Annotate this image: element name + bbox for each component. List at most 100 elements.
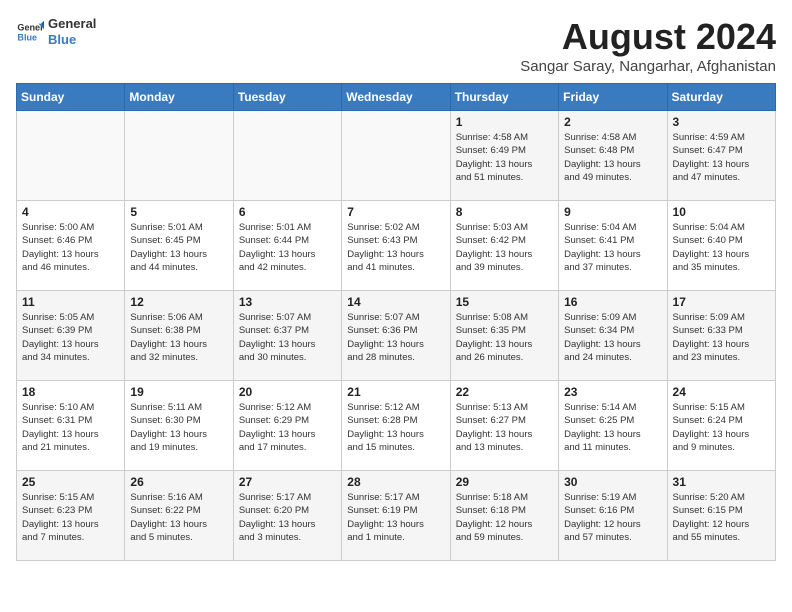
day-info: Sunrise: 5:09 AM Sunset: 6:34 PM Dayligh… — [564, 311, 661, 364]
calendar-cell: 19 Sunrise: 5:11 AM Sunset: 6:30 PM Dayli… — [125, 381, 233, 471]
day-number: 30 — [564, 475, 661, 489]
day-info: Sunrise: 5:09 AM Sunset: 6:33 PM Dayligh… — [673, 311, 770, 364]
day-number: 10 — [673, 205, 770, 219]
day-info: Sunrise: 5:04 AM Sunset: 6:41 PM Dayligh… — [564, 221, 661, 274]
logo-general: General — [48, 16, 96, 32]
calendar-cell: 16 Sunrise: 5:09 AM Sunset: 6:34 PM Dayli… — [559, 291, 667, 381]
week-row-1: 1Sunrise: 4:58 AM Sunset: 6:49 PM Daylig… — [17, 111, 776, 201]
day-info: Sunrise: 5:12 AM Sunset: 6:29 PM Dayligh… — [239, 401, 336, 454]
day-info: Sunrise: 5:08 AM Sunset: 6:35 PM Dayligh… — [456, 311, 553, 364]
day-info: Sunrise: 5:04 AM Sunset: 6:40 PM Dayligh… — [673, 221, 770, 274]
day-number: 23 — [564, 385, 661, 399]
day-info: Sunrise: 5:12 AM Sunset: 6:28 PM Dayligh… — [347, 401, 444, 454]
day-info: Sunrise: 5:18 AM Sunset: 6:18 PM Dayligh… — [456, 491, 553, 544]
day-info: Sunrise: 5:02 AM Sunset: 6:43 PM Dayligh… — [347, 221, 444, 274]
day-info: Sunrise: 5:03 AM Sunset: 6:42 PM Dayligh… — [456, 221, 553, 274]
day-number: 29 — [456, 475, 553, 489]
day-number: 16 — [564, 295, 661, 309]
logo-text: General Blue — [48, 16, 96, 47]
calendar-cell: 29 Sunrise: 5:18 AM Sunset: 6:18 PM Dayli… — [450, 471, 558, 561]
week-row-3: 11 Sunrise: 5:05 AM Sunset: 6:39 PM Dayli… — [17, 291, 776, 381]
calendar-cell: 15 Sunrise: 5:08 AM Sunset: 6:35 PM Dayli… — [450, 291, 558, 381]
calendar-cell: 30 Sunrise: 5:19 AM Sunset: 6:16 PM Dayli… — [559, 471, 667, 561]
calendar-cell — [233, 111, 341, 201]
day-info: Sunrise: 4:59 AM Sunset: 6:47 PM Dayligh… — [673, 131, 770, 184]
weekday-header-monday: Monday — [125, 84, 233, 111]
calendar-cell: 17 Sunrise: 5:09 AM Sunset: 6:33 PM Dayli… — [667, 291, 775, 381]
month-year-title: August 2024 — [520, 16, 776, 58]
weekday-header-friday: Friday — [559, 84, 667, 111]
title-block: August 2024 Sangar Saray, Nangarhar, Afg… — [520, 16, 776, 75]
calendar-cell: 28Sunrise: 5:17 AM Sunset: 6:19 PM Dayli… — [342, 471, 450, 561]
week-row-5: 25 Sunrise: 5:15 AM Sunset: 6:23 PM Dayli… — [17, 471, 776, 561]
calendar-cell: 20 Sunrise: 5:12 AM Sunset: 6:29 PM Dayli… — [233, 381, 341, 471]
day-number: 2 — [564, 115, 661, 129]
calendar-cell: 21 Sunrise: 5:12 AM Sunset: 6:28 PM Dayli… — [342, 381, 450, 471]
calendar-cell: 4 Sunrise: 5:00 AM Sunset: 6:46 PM Daylig… — [17, 201, 125, 291]
day-number: 17 — [673, 295, 770, 309]
day-number: 24 — [673, 385, 770, 399]
day-number: 21 — [347, 385, 444, 399]
day-number: 20 — [239, 385, 336, 399]
day-info: Sunrise: 5:11 AM Sunset: 6:30 PM Dayligh… — [130, 401, 227, 454]
calendar-cell: 2 Sunrise: 4:58 AM Sunset: 6:48 PM Daylig… — [559, 111, 667, 201]
calendar-table: SundayMondayTuesdayWednesdayThursdayFrid… — [16, 83, 776, 561]
day-info: Sunrise: 5:10 AM Sunset: 6:31 PM Dayligh… — [22, 401, 119, 454]
day-info: Sunrise: 4:58 AM Sunset: 6:48 PM Dayligh… — [564, 131, 661, 184]
day-number: 22 — [456, 385, 553, 399]
weekday-header-wednesday: Wednesday — [342, 84, 450, 111]
day-info: Sunrise: 5:15 AM Sunset: 6:23 PM Dayligh… — [22, 491, 119, 544]
logo-blue: Blue — [48, 32, 96, 48]
calendar-cell: 31 Sunrise: 5:20 AM Sunset: 6:15 PM Dayli… — [667, 471, 775, 561]
logo: General Blue General Blue — [16, 16, 96, 47]
day-info: Sunrise: 5:17 AM Sunset: 6:20 PM Dayligh… — [239, 491, 336, 544]
calendar-cell: 18Sunrise: 5:10 AM Sunset: 6:31 PM Dayli… — [17, 381, 125, 471]
calendar-cell: 27 Sunrise: 5:17 AM Sunset: 6:20 PM Dayli… — [233, 471, 341, 561]
weekday-header-row: SundayMondayTuesdayWednesdayThursdayFrid… — [17, 84, 776, 111]
day-number: 9 — [564, 205, 661, 219]
day-info: Sunrise: 5:15 AM Sunset: 6:24 PM Dayligh… — [673, 401, 770, 454]
day-number: 4 — [22, 205, 119, 219]
day-info: Sunrise: 5:00 AM Sunset: 6:46 PM Dayligh… — [22, 221, 119, 274]
calendar-cell: 10 Sunrise: 5:04 AM Sunset: 6:40 PM Dayli… — [667, 201, 775, 291]
day-number: 3 — [673, 115, 770, 129]
calendar-cell: 26Sunrise: 5:16 AM Sunset: 6:22 PM Dayli… — [125, 471, 233, 561]
day-info: Sunrise: 5:13 AM Sunset: 6:27 PM Dayligh… — [456, 401, 553, 454]
svg-text:Blue: Blue — [17, 32, 37, 42]
day-number: 31 — [673, 475, 770, 489]
calendar-cell: 1Sunrise: 4:58 AM Sunset: 6:49 PM Daylig… — [450, 111, 558, 201]
calendar-cell — [125, 111, 233, 201]
day-number: 8 — [456, 205, 553, 219]
weekday-header-sunday: Sunday — [17, 84, 125, 111]
day-info: Sunrise: 5:05 AM Sunset: 6:39 PM Dayligh… — [22, 311, 119, 364]
weekday-header-thursday: Thursday — [450, 84, 558, 111]
logo-icon: General Blue — [16, 18, 44, 46]
calendar-cell: 22 Sunrise: 5:13 AM Sunset: 6:27 PM Dayli… — [450, 381, 558, 471]
day-number: 15 — [456, 295, 553, 309]
day-info: Sunrise: 5:17 AM Sunset: 6:19 PM Dayligh… — [347, 491, 444, 544]
day-info: Sunrise: 5:06 AM Sunset: 6:38 PM Dayligh… — [130, 311, 227, 364]
day-number: 7 — [347, 205, 444, 219]
day-number: 5 — [130, 205, 227, 219]
day-number: 26 — [130, 475, 227, 489]
calendar-cell: 13Sunrise: 5:07 AM Sunset: 6:37 PM Dayli… — [233, 291, 341, 381]
day-info: Sunrise: 5:01 AM Sunset: 6:44 PM Dayligh… — [239, 221, 336, 274]
calendar-cell: 24 Sunrise: 5:15 AM Sunset: 6:24 PM Dayli… — [667, 381, 775, 471]
calendar-cell: 3 Sunrise: 4:59 AM Sunset: 6:47 PM Daylig… — [667, 111, 775, 201]
day-number: 13 — [239, 295, 336, 309]
calendar-cell: 23 Sunrise: 5:14 AM Sunset: 6:25 PM Dayli… — [559, 381, 667, 471]
day-number: 25 — [22, 475, 119, 489]
weekday-header-saturday: Saturday — [667, 84, 775, 111]
day-number: 11 — [22, 295, 119, 309]
day-info: Sunrise: 5:19 AM Sunset: 6:16 PM Dayligh… — [564, 491, 661, 544]
day-number: 19 — [130, 385, 227, 399]
day-number: 14 — [347, 295, 444, 309]
calendar-cell — [342, 111, 450, 201]
weekday-header-tuesday: Tuesday — [233, 84, 341, 111]
day-info: Sunrise: 5:20 AM Sunset: 6:15 PM Dayligh… — [673, 491, 770, 544]
day-info: Sunrise: 5:01 AM Sunset: 6:45 PM Dayligh… — [130, 221, 227, 274]
calendar-cell: 11 Sunrise: 5:05 AM Sunset: 6:39 PM Dayli… — [17, 291, 125, 381]
day-info: Sunrise: 5:14 AM Sunset: 6:25 PM Dayligh… — [564, 401, 661, 454]
day-number: 27 — [239, 475, 336, 489]
calendar-cell: 6Sunrise: 5:01 AM Sunset: 6:44 PM Daylig… — [233, 201, 341, 291]
